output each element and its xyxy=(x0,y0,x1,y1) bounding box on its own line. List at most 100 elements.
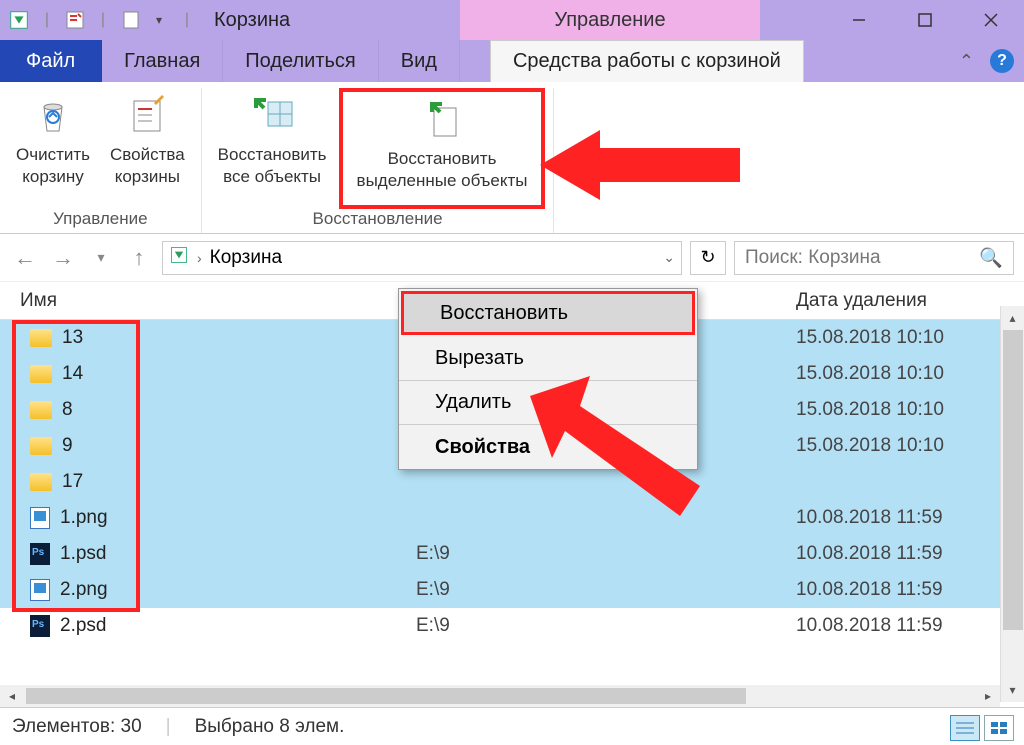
tab-file[interactable]: Файл xyxy=(0,40,102,82)
scroll-left-icon[interactable]: ◂ xyxy=(0,685,24,707)
properties-icon xyxy=(123,92,171,140)
ribbon-label: выделенные объекты xyxy=(357,170,528,192)
tab-view[interactable]: Вид xyxy=(379,40,460,82)
search-placeholder: Поиск: Корзина xyxy=(745,247,881,269)
ribbon-label: Восстановить xyxy=(388,148,497,170)
file-date-cell: 10.08.2018 11:59 xyxy=(780,507,1024,529)
ribbon-label: все объекты xyxy=(223,166,321,188)
file-name-cell: 2.png xyxy=(0,579,400,601)
refresh-button[interactable]: ↻ xyxy=(690,241,726,275)
file-name-cell: 13 xyxy=(0,327,400,349)
file-date-cell: 10.08.2018 11:59 xyxy=(780,543,1024,565)
close-button[interactable] xyxy=(958,0,1024,40)
scroll-up-icon[interactable]: ▴ xyxy=(1001,306,1024,330)
search-icon: 🔍 xyxy=(979,246,1003,270)
context-menu-cut[interactable]: Вырезать xyxy=(399,337,697,381)
ribbon: Очистить корзину Свойства корзины Управл… xyxy=(0,82,1024,234)
context-menu-restore[interactable]: Восстановить xyxy=(401,291,695,335)
help-icon[interactable]: ? xyxy=(990,49,1014,73)
file-location-cell: E:\9 xyxy=(400,543,780,565)
status-elements: Элементов: 30 xyxy=(12,716,142,738)
scrollbar-thumb[interactable] xyxy=(26,688,746,704)
window-controls xyxy=(826,0,1024,40)
search-input[interactable]: Поиск: Корзина 🔍 xyxy=(734,241,1014,275)
document-qat-icon[interactable] xyxy=(118,7,144,33)
file-date-cell: 15.08.2018 10:10 xyxy=(780,399,1024,421)
psd-file-icon xyxy=(30,543,50,565)
annotation-arrow-icon xyxy=(540,120,740,210)
horizontal-scrollbar[interactable]: ◂ ▸ xyxy=(0,685,1000,707)
ribbon-group-manage: Очистить корзину Свойства корзины Управл… xyxy=(0,88,202,233)
ribbon-label: Очистить xyxy=(16,144,90,166)
file-name-label: 8 xyxy=(62,399,73,421)
file-name-cell: 1.png xyxy=(0,507,400,529)
column-name[interactable]: Имя xyxy=(0,290,400,312)
tab-view-label: Вид xyxy=(401,50,437,73)
minimize-button[interactable] xyxy=(826,0,892,40)
ribbon-label: корзины xyxy=(115,166,180,188)
file-name-label: 2.png xyxy=(60,579,108,601)
folder-icon xyxy=(30,437,52,455)
file-name-cell: 14 xyxy=(0,363,400,385)
file-name-cell: 8 xyxy=(0,399,400,421)
file-date-cell: 15.08.2018 10:10 xyxy=(780,327,1024,349)
image-file-icon xyxy=(30,579,50,601)
maximize-button[interactable] xyxy=(892,0,958,40)
properties-qat-icon[interactable] xyxy=(62,7,88,33)
file-name-label: 17 xyxy=(62,471,83,493)
recycle-bin-icon xyxy=(6,7,32,33)
tab-share[interactable]: Поделиться xyxy=(223,40,378,82)
status-selected: Выбрано 8 элем. xyxy=(195,716,345,738)
status-bar: Элементов: 30 | Выбрано 8 элем. xyxy=(0,707,1024,745)
view-icons-button[interactable] xyxy=(984,715,1014,741)
vertical-scrollbar[interactable]: ▴ ▾ xyxy=(1000,306,1024,702)
view-details-button[interactable] xyxy=(950,715,980,741)
tab-recycle-tools-label: Средства работы с корзиной xyxy=(513,50,781,73)
folder-icon xyxy=(30,401,52,419)
back-button[interactable]: ← xyxy=(10,243,40,273)
chevron-right-icon[interactable]: › xyxy=(197,250,202,266)
file-date-cell: 10.08.2018 11:59 xyxy=(780,579,1024,601)
column-date-deleted[interactable]: Дата удаления xyxy=(780,290,1024,312)
file-row[interactable]: 1.png 10.08.2018 11:59 xyxy=(0,500,1024,536)
up-button[interactable]: ↑ xyxy=(124,243,154,273)
chevron-down-icon[interactable]: ▾ xyxy=(146,7,172,33)
tab-home-label: Главная xyxy=(124,50,200,73)
chevron-down-icon[interactable]: ⌄ xyxy=(663,249,675,266)
tab-home[interactable]: Главная xyxy=(102,40,223,82)
scroll-right-icon[interactable]: ▸ xyxy=(976,685,1000,707)
recycle-bin-properties-button[interactable]: Свойства корзины xyxy=(102,88,193,209)
file-name-label: 1.psd xyxy=(60,543,106,565)
file-row[interactable]: 2.psdE:\910.08.2018 11:59 xyxy=(0,608,1024,644)
file-row[interactable]: 2.png E:\910.08.2018 11:59 xyxy=(0,572,1024,608)
file-name-cell: 2.psd xyxy=(0,615,400,637)
separator-icon: | xyxy=(166,716,171,738)
tab-recycle-tools[interactable]: Средства работы с корзиной xyxy=(490,40,804,82)
tab-file-label: Файл xyxy=(26,50,75,73)
separator-icon: | xyxy=(174,7,200,33)
file-name-cell: 9 xyxy=(0,435,400,457)
recent-locations-dropdown[interactable]: ▾ xyxy=(86,243,116,273)
restore-all-button[interactable]: Восстановить все объекты xyxy=(210,88,335,209)
forward-button[interactable]: → xyxy=(48,243,78,273)
file-row[interactable]: 1.psd E:\910.08.2018 11:59 xyxy=(0,536,1024,572)
restore-all-icon xyxy=(248,92,296,140)
file-date-cell: 15.08.2018 10:10 xyxy=(780,363,1024,385)
restore-selected-button[interactable]: Восстановить выделенные объекты xyxy=(339,88,546,209)
scrollbar-thumb[interactable] xyxy=(1003,330,1023,630)
address-location: Корзина xyxy=(210,247,282,269)
file-location-cell: E:\9 xyxy=(400,615,780,637)
scroll-down-icon[interactable]: ▾ xyxy=(1001,678,1024,702)
ribbon-tabs: Файл Главная Поделиться Вид Средства раб… xyxy=(0,40,1024,82)
file-name-label: 13 xyxy=(62,327,83,349)
quick-access-toolbar: | | ▾ | xyxy=(0,7,200,33)
window-title: Корзина xyxy=(214,9,290,32)
file-date-cell: 10.08.2018 11:59 xyxy=(780,615,1024,637)
address-field[interactable]: › Корзина ⌄ xyxy=(162,241,682,275)
empty-recycle-bin-button[interactable]: Очистить корзину xyxy=(8,88,98,209)
psd-file-icon xyxy=(30,615,50,637)
file-location-cell: E:\9 xyxy=(400,579,780,601)
folder-icon xyxy=(30,473,52,491)
restore-selected-icon xyxy=(418,96,466,144)
collapse-ribbon-icon[interactable]: ⌃ xyxy=(959,51,974,72)
